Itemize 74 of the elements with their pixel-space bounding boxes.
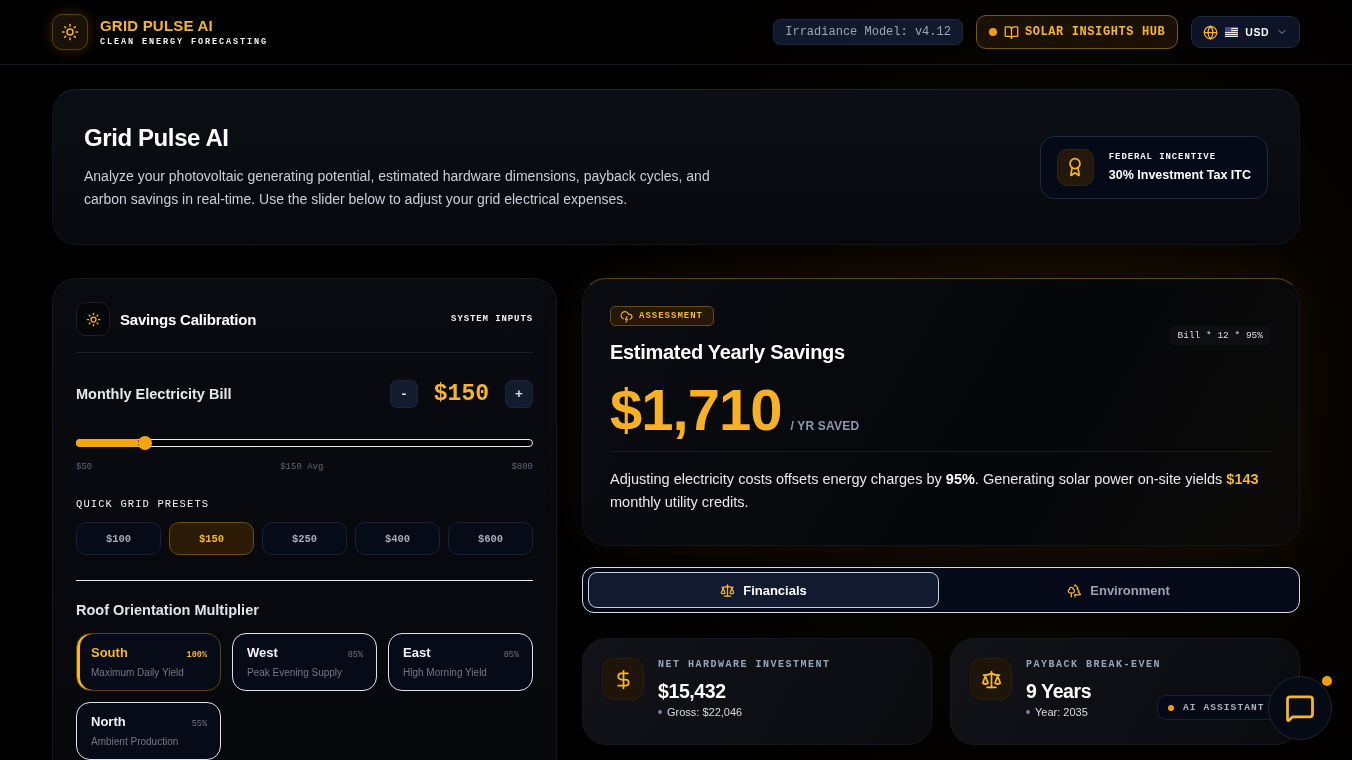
orientation-name: West xyxy=(247,645,278,661)
page-title: Grid Pulse AI xyxy=(84,123,229,153)
decrease-button[interactable]: - xyxy=(389,380,418,408)
status-dot-icon xyxy=(988,28,997,36)
chat-icon xyxy=(1285,693,1315,723)
stat-detail: Gross: $22,046 xyxy=(667,705,743,719)
preset-button[interactable]: $250 xyxy=(262,522,347,555)
bill-label: Monthly Electricity Bill xyxy=(76,386,232,402)
book-icon xyxy=(1003,24,1019,40)
savings-summary: Adjusting electricity costs offsets energy charges by 95%. Generating solar power on-site yields $143 monthly utility credits. xyxy=(610,470,1260,512)
preset-button[interactable]: $400 xyxy=(355,522,440,555)
view-tab[interactable]: Financials xyxy=(588,572,939,608)
incentive-value: 30% Investment Tax ITC xyxy=(1108,168,1251,183)
orientation-heading: Roof Orientation Multiplier xyxy=(76,602,259,619)
model-version-label: Irradiance Model: v4.12 xyxy=(773,19,963,45)
slider-scale-label: $50 xyxy=(76,462,93,472)
orientation-description: High Morning Yield xyxy=(403,667,487,679)
increase-button[interactable]: + xyxy=(505,380,533,408)
orientation-card[interactable]: South 100% Maximum Daily Yield xyxy=(76,633,221,691)
slider-scale-label: $150 Avg xyxy=(280,462,324,472)
orientation-description: Ambient Production xyxy=(91,736,179,748)
brand-tagline: CLEAN ENERGY FORECASTING xyxy=(100,37,269,47)
stat-label: PAYBACK BREAK-EVEN xyxy=(1026,659,1162,671)
orientation-multiplier: 55% xyxy=(191,719,207,729)
panel-title: Savings Calibration xyxy=(120,310,257,328)
currency-selector[interactable]: USD xyxy=(1191,16,1300,48)
status-dot-icon xyxy=(1168,704,1174,711)
stat-value: 9 Years xyxy=(1026,679,1092,703)
incentive-label: FEDERAL INCENTIVE xyxy=(1108,151,1216,163)
orientation-name: South xyxy=(91,645,128,661)
assessment-tag-label: ASSESSMENT xyxy=(639,310,703,322)
orientation-multiplier: 85% xyxy=(503,650,519,660)
preset-button[interactable]: $600 xyxy=(448,522,533,555)
orientation-card[interactable]: East 85% High Morning Yield xyxy=(388,633,533,691)
award-icon xyxy=(1056,148,1094,186)
sun-icon xyxy=(76,302,110,336)
flag-icon xyxy=(1225,27,1239,37)
orientation-description: Maximum Daily Yield xyxy=(91,667,184,679)
bullet-dot-icon xyxy=(1026,710,1030,714)
brand-name: GRID PULSE AI xyxy=(100,17,213,34)
orientation-multiplier: 85% xyxy=(347,650,363,660)
formula-label: Bill * 12 * 95% xyxy=(1169,325,1271,345)
scales-icon xyxy=(720,582,736,598)
orientation-card[interactable]: West 85% Peak Evening Supply xyxy=(232,633,377,691)
savings-amount: $1,710 xyxy=(610,381,782,439)
orientation-description: Peak Evening Supply xyxy=(247,667,343,679)
sun-logo-icon xyxy=(52,14,88,50)
section-tag: SYSTEM INPUTS xyxy=(451,313,533,325)
presets-heading: QUICK GRID PRESETS xyxy=(76,499,210,510)
view-tab[interactable]: Environment xyxy=(943,572,1294,608)
stat-detail: Year: 2035 xyxy=(1035,705,1088,719)
orientation-name: North xyxy=(91,714,126,730)
savings-title: Estimated Yearly Savings xyxy=(610,340,845,364)
orientation-card[interactable]: North 55% Ambient Production xyxy=(76,702,221,760)
orientation-name: East xyxy=(403,645,431,661)
preset-button[interactable]: $150 xyxy=(169,522,254,555)
assistant-label: AI ASSISTANT xyxy=(1183,701,1265,714)
preset-button[interactable]: $100 xyxy=(76,522,161,555)
bill-slider[interactable] xyxy=(76,439,533,447)
cloud-lightning-icon xyxy=(620,309,633,323)
orientation-multiplier: 100% xyxy=(186,650,207,660)
scales-icon xyxy=(970,658,1012,700)
dollar-icon xyxy=(602,658,644,700)
slider-scale-label: $800 xyxy=(511,462,533,472)
savings-unit: / YR SAVED xyxy=(790,419,860,433)
trees-icon xyxy=(1067,582,1083,598)
insights-hub-button[interactable]: SOLAR INSIGHTS HUB xyxy=(975,15,1179,49)
stat-label: NET HARDWARE INVESTMENT xyxy=(658,659,831,671)
stat-value: $15,432 xyxy=(658,679,726,703)
globe-icon xyxy=(1203,24,1219,40)
page-description: Analyze your photovoltaic generating potential, estimated hardware dimensions, payback cycles, and carbon savings in real-time. Use the slider below to adjust your grid electrical expenses. xyxy=(84,167,711,209)
bill-amount: $150 xyxy=(433,381,489,407)
bullet-dot-icon xyxy=(658,710,662,714)
slider-thumb[interactable] xyxy=(138,436,153,450)
